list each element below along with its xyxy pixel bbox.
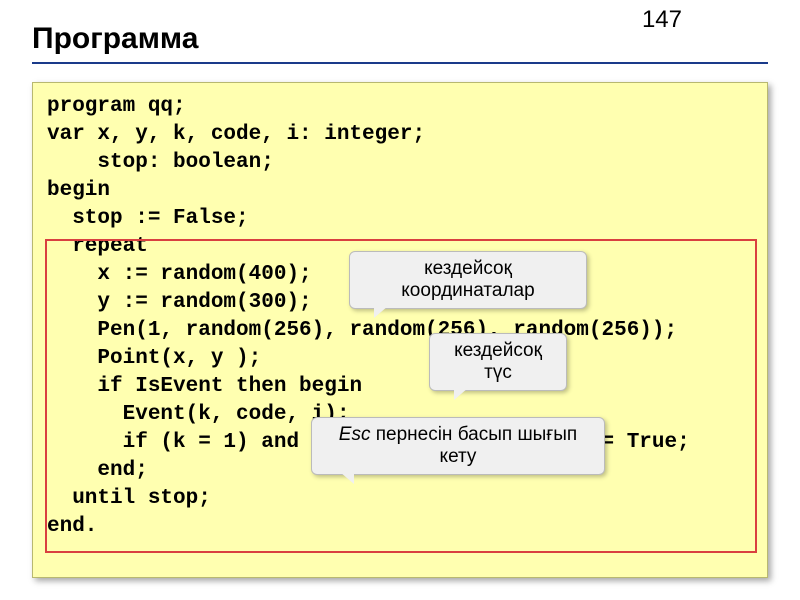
callout-text: пернесін басып шығып кету [370,424,577,467]
callout-text: кездейсоқ координаталар [401,258,534,301]
callout-random-coords: кездейсоқ координаталар [349,251,587,309]
page-number: 147 [642,6,682,34]
callout-esc-exit: Esc пернесін басып шығып кету [311,417,605,475]
code-line: stop: boolean; [47,151,274,174]
code-line: var x, y, k, code, i: integer; [47,123,425,146]
callout-text: кездейсоқ түс [454,340,542,383]
title-underline [32,62,768,64]
slide-title: Программа [32,22,198,56]
code-line: stop := False; [47,207,249,230]
code-panel: program qq; var x, y, k, code, i: intege… [32,82,768,578]
code-line: begin [47,179,110,202]
code-line: program qq; [47,95,186,118]
callout-esc-key: Esc [339,424,371,445]
callout-random-color: кездейсоқ түс [429,333,567,391]
